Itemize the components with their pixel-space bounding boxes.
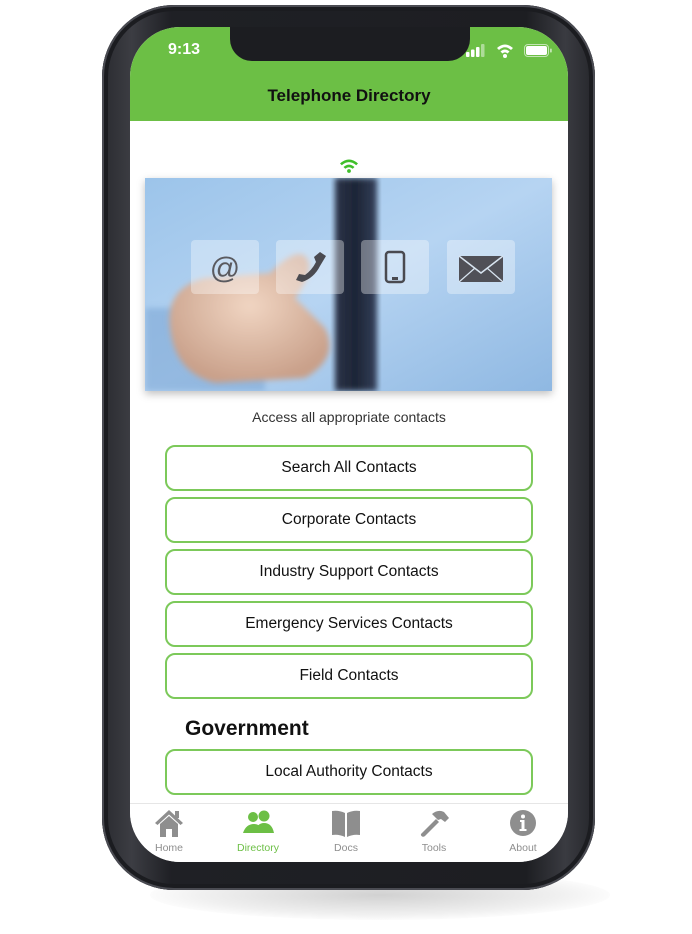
tab-label: Directory: [236, 842, 279, 854]
envelope-icon: [458, 255, 504, 283]
mobile-phone-icon: [384, 250, 406, 284]
section-heading-government: Government: [185, 717, 309, 740]
at-sign-icon: @: [210, 252, 240, 285]
tab-label: Docs: [334, 842, 358, 854]
hammer-icon: [420, 810, 449, 837]
page-title: Telephone Directory: [267, 86, 431, 105]
at-sign-tile: @: [191, 240, 259, 294]
tab-directory[interactable]: Directory: [218, 804, 298, 862]
telephone-tile: [276, 240, 344, 294]
status-time: 9:13: [168, 41, 201, 58]
tab-bar: Home Directory Docs Tools About: [130, 803, 568, 862]
local-authority-contacts-button[interactable]: Local Authority Contacts: [165, 749, 533, 795]
svg-text:@: @: [210, 252, 240, 285]
device-notch: [230, 27, 470, 61]
tab-label: About: [509, 842, 537, 854]
wifi-icon: [497, 44, 513, 58]
tab-docs[interactable]: Docs: [306, 804, 386, 862]
corporate-contacts-button[interactable]: Corporate Contacts: [165, 497, 533, 543]
tab-label: Home: [154, 842, 183, 854]
wifi-icon: [340, 159, 358, 173]
info-icon: [510, 810, 536, 836]
tab-about[interactable]: About: [483, 804, 563, 862]
telephone-icon: [296, 252, 326, 282]
hero-image: @: [145, 178, 552, 391]
battery-icon: [524, 44, 552, 57]
industry-support-contacts-button[interactable]: Industry Support Contacts: [165, 549, 533, 595]
app-screen: 9:13 Telephone Directory @ Access all ap…: [130, 27, 568, 862]
caption-text: Access all appropriate contacts: [252, 409, 446, 425]
tab-label: Tools: [421, 842, 447, 854]
people-icon: [243, 810, 274, 833]
tab-tools[interactable]: Tools: [394, 804, 474, 862]
envelope-tile: [447, 240, 515, 294]
status-icons: [466, 44, 552, 58]
tab-home[interactable]: Home: [130, 804, 209, 862]
search-all-contacts-button[interactable]: Search All Contacts: [165, 445, 533, 491]
book-icon: [332, 810, 360, 837]
emergency-services-contacts-button[interactable]: Emergency Services Contacts: [165, 601, 533, 647]
mobile-phone-tile: [361, 240, 429, 294]
home-icon: [155, 810, 183, 837]
field-contacts-button[interactable]: Field Contacts: [165, 653, 533, 699]
